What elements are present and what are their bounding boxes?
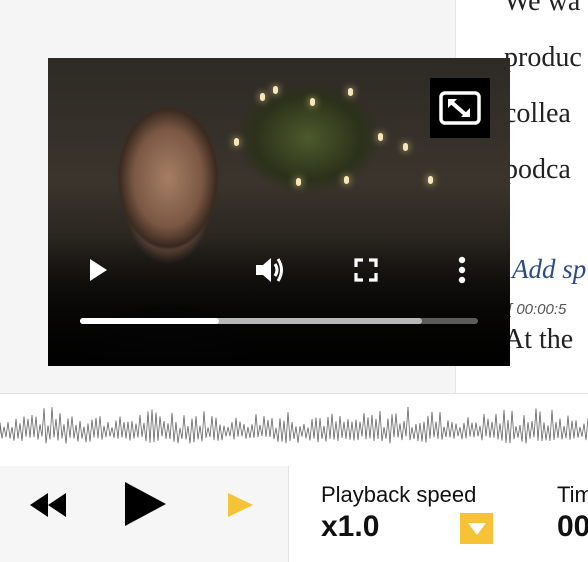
add-speaker-link[interactable]: Add sp [512,254,586,285]
played-bar [80,318,220,324]
transcript-line: At the [504,324,574,355]
transcript-line: collea [504,98,571,129]
volume-icon [256,258,283,282]
video-play-button[interactable] [82,254,114,286]
time-display: Tim 00 [525,466,588,562]
more-options-button[interactable] [446,254,478,286]
transcript-line: …… [504,374,560,395]
transcript-line: produc [504,42,582,73]
timestamp[interactable]: [ 00:00:5 [508,301,566,318]
transcript-line: podca [504,154,571,185]
playback-speed-control[interactable]: Playback speed x1.0 [288,466,526,562]
transcript-line: We wa [504,0,581,17]
exit-picture-in-picture-icon [439,91,481,125]
play-icon [125,482,166,526]
more-options-icon [458,256,466,284]
waveform-graph [0,406,588,444]
playback-controls: Playback speed x1.0 Tim 00 [0,466,588,562]
speed-dropdown-button[interactable] [460,513,493,544]
play-button[interactable] [122,480,170,530]
fullscreen-icon [354,258,378,282]
dropdown-arrow-icon [467,522,486,535]
audio-waveform[interactable] [0,393,588,467]
playback-speed-label: Playback speed [321,482,477,507]
time-label: Tim [557,482,588,507]
fullscreen-button[interactable] [350,254,382,286]
exit-pip-button[interactable] [430,78,490,138]
next-icon [228,493,253,517]
video-progress-bar[interactable] [80,318,478,324]
playback-speed-value: x1.0 [321,510,380,543]
volume-button[interactable] [254,254,286,286]
rewind-button[interactable] [28,490,70,522]
video-player[interactable] [48,58,510,366]
next-button[interactable] [226,492,256,520]
rewind-icon [30,493,66,517]
play-icon [90,259,107,281]
time-value: 00 [557,510,588,543]
waveform-line [0,406,588,444]
